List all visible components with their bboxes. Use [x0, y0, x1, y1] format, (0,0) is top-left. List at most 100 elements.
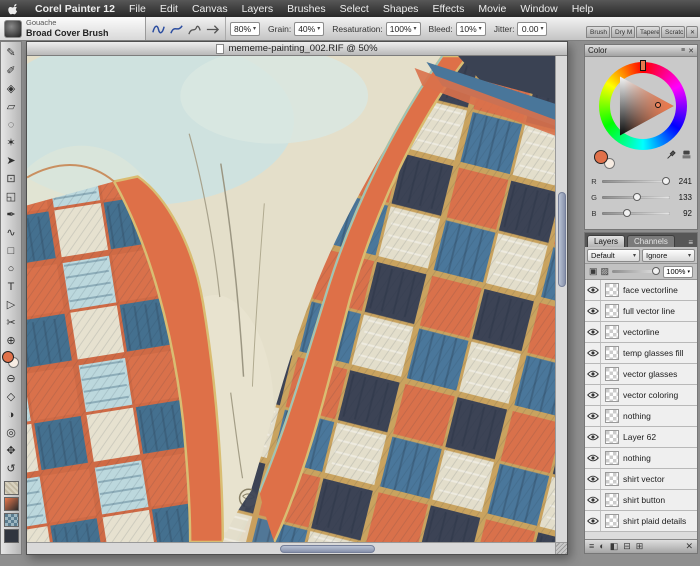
layer-row[interactable]: shirt button — [585, 490, 697, 511]
lasso-tool[interactable]: ◌ — [1, 116, 21, 134]
nozzle-selector[interactable] — [3, 529, 19, 543]
text-tool[interactable]: T — [1, 278, 21, 296]
main-color-swatch[interactable] — [2, 351, 14, 363]
panel-options-icon[interactable]: ≡ — [681, 47, 685, 54]
dropper-tool[interactable]: ✐ — [1, 62, 21, 80]
menu-window[interactable]: Window — [513, 3, 564, 15]
property-value-dropdown[interactable]: 40% ▾ — [294, 21, 325, 36]
layer-row[interactable]: shirt vector — [585, 469, 697, 490]
mirror-painting-tool[interactable]: ◑ — [1, 406, 21, 424]
panel-menu-icon[interactable]: ≡ — [589, 542, 594, 551]
slider-thumb[interactable] — [662, 176, 671, 185]
paint-bucket-tool[interactable]: ◈ — [1, 80, 21, 98]
visibility-eye-icon[interactable] — [585, 448, 601, 468]
transform-tool[interactable]: ⊡ — [1, 170, 21, 188]
dock-tab[interactable]: Brush — [586, 26, 610, 38]
layer-row[interactable]: face vectorline — [585, 280, 697, 301]
resize-grip[interactable] — [555, 542, 567, 554]
layer-row[interactable]: shirt plaid details — [585, 511, 697, 532]
property-value-dropdown[interactable]: 80% ▾ — [230, 21, 261, 36]
quick-curve-tool[interactable]: ∿ — [1, 224, 21, 242]
menu-shapes[interactable]: Shapes — [376, 3, 426, 15]
clone-color-icon[interactable] — [681, 147, 692, 165]
magic-wand-tool[interactable]: ✶ — [1, 134, 21, 152]
dock-close-icon[interactable]: ✕ — [686, 26, 698, 38]
menu-canvas[interactable]: Canvas — [185, 3, 235, 15]
dock-tab[interactable]: Tapere — [636, 26, 660, 38]
panel-close-icon[interactable]: ✕ — [688, 47, 694, 55]
oval-shape-tool[interactable]: ○ — [1, 260, 21, 278]
visibility-eye-icon[interactable] — [585, 385, 601, 405]
canvas[interactable] — [27, 56, 555, 542]
layer-row[interactable]: nothing — [585, 448, 697, 469]
composite-depth-dropdown[interactable]: Ignore ▾ — [642, 248, 695, 262]
visibility-eye-icon[interactable] — [585, 469, 601, 489]
gradient-selector[interactable] — [3, 497, 19, 511]
crop-tool[interactable]: ◱ — [1, 188, 21, 206]
stroke-style-icon-4[interactable] — [205, 22, 220, 36]
document-titlebar[interactable]: mememe-painting_002.RIF @ 50% — [27, 42, 567, 56]
visibility-eye-icon[interactable] — [585, 301, 601, 321]
hue-marker[interactable] — [640, 60, 646, 71]
stroke-style-icon-3[interactable] — [187, 22, 202, 36]
opacity-value-dropdown[interactable]: 100% ▾ — [663, 265, 693, 278]
pickup-underlying-icon[interactable]: ▨ — [601, 267, 610, 276]
grabber-hand-tool[interactable]: ✥ — [1, 442, 21, 460]
layer-row[interactable]: full vector line — [585, 301, 697, 322]
hue-ring[interactable] — [599, 60, 687, 150]
menu-select[interactable]: Select — [333, 3, 376, 15]
menu-movie[interactable]: Movie — [471, 3, 513, 15]
scissors-tool[interactable]: ✂ — [1, 314, 21, 332]
rect-shape-tool[interactable]: □ — [1, 242, 21, 260]
slider-track[interactable] — [602, 208, 670, 217]
apple-menu-icon[interactable] — [8, 3, 20, 15]
visibility-eye-icon[interactable] — [585, 490, 601, 510]
vertical-scrollbar[interactable] — [555, 56, 567, 542]
opacity-slider-thumb[interactable] — [652, 267, 661, 275]
visibility-eye-icon[interactable] — [585, 406, 601, 426]
visibility-eye-icon[interactable] — [585, 364, 601, 384]
color-panel-header[interactable]: Color ≡ ✕ — [585, 45, 697, 57]
menu-file[interactable]: File — [122, 3, 153, 15]
pen-tool[interactable]: ✒ — [1, 206, 21, 224]
brush-tool[interactable]: ✎ — [1, 44, 21, 62]
property-value-dropdown[interactable]: 0.00 ▾ — [517, 21, 548, 36]
rotate-page-tool[interactable]: ↺ — [1, 460, 21, 478]
paper-selector[interactable] — [3, 481, 19, 495]
add-point-tool[interactable]: ⊕ — [1, 332, 21, 350]
brush-selector[interactable]: Gouache Broad Cover Brush — [0, 17, 146, 40]
main-color-swatch[interactable] — [594, 150, 608, 164]
tab-channels[interactable]: Channels — [627, 235, 675, 247]
dock-tab[interactable]: Dry M — [611, 26, 635, 38]
app-menu[interactable]: Corel Painter 12 — [28, 3, 122, 15]
layer-row[interactable]: Layer 62 — [585, 427, 697, 448]
horizontal-scroll-thumb[interactable] — [280, 544, 376, 553]
dynamic-plugins-icon[interactable]: ◐ — [599, 542, 604, 551]
stroke-style-icon-1[interactable] — [151, 22, 166, 36]
layer-row[interactable]: vectorline — [585, 322, 697, 343]
property-value-dropdown[interactable]: 10% ▾ — [455, 21, 486, 36]
magnifier-tool[interactable]: ◎ — [1, 424, 21, 442]
sv-cursor[interactable] — [654, 102, 661, 109]
property-value-dropdown[interactable]: 100% ▾ — [385, 21, 421, 36]
menu-help[interactable]: Help — [565, 3, 601, 15]
dock-tab[interactable]: Scratc — [661, 26, 685, 38]
visibility-eye-icon[interactable] — [585, 343, 601, 363]
menu-effects[interactable]: Effects — [425, 3, 471, 15]
layer-mask-icon[interactable]: ◧ — [610, 542, 619, 551]
layer-row[interactable]: temp glasses fill — [585, 343, 697, 364]
slider-track[interactable] — [602, 192, 670, 201]
convert-point-tool[interactable]: ◇ — [1, 388, 21, 406]
shape-selection-tool[interactable]: ▷ — [1, 296, 21, 314]
opacity-slider[interactable] — [612, 267, 661, 275]
new-group-icon[interactable]: ⊟ — [623, 542, 631, 551]
visibility-eye-icon[interactable] — [585, 322, 601, 342]
tab-layers[interactable]: Layers — [587, 235, 626, 247]
slider-thumb[interactable] — [622, 208, 631, 217]
pattern-selector[interactable] — [3, 513, 19, 527]
layers-options-icon[interactable]: ≡ — [688, 238, 695, 247]
horizontal-scrollbar[interactable] — [27, 542, 555, 554]
visibility-eye-icon[interactable] — [585, 511, 601, 531]
eyedropper-icon[interactable] — [666, 147, 677, 165]
visibility-eye-icon[interactable] — [585, 427, 601, 447]
